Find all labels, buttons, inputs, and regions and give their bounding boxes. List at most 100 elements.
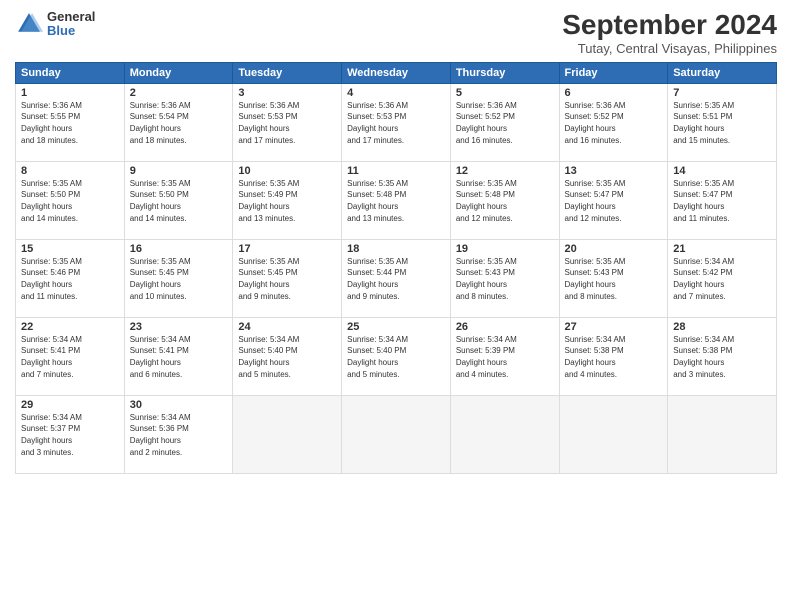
- day-number: 12: [456, 165, 554, 177]
- col-friday: Friday: [559, 62, 668, 83]
- col-wednesday: Wednesday: [342, 62, 451, 83]
- calendar-cell: 9 Sunrise: 5:35 AM Sunset: 5:50 PM Dayli…: [124, 161, 233, 239]
- calendar-cell: 29 Sunrise: 5:34 AM Sunset: 5:37 PM Dayl…: [16, 395, 125, 473]
- day-info: Sunrise: 5:35 AM Sunset: 5:47 PM Dayligh…: [565, 178, 663, 224]
- day-info: Sunrise: 5:36 AM Sunset: 5:54 PM Dayligh…: [130, 100, 228, 146]
- title-block: September 2024 Tutay, Central Visayas, P…: [562, 10, 777, 56]
- day-info: Sunrise: 5:34 AM Sunset: 5:37 PM Dayligh…: [21, 412, 119, 458]
- header: General Blue September 2024 Tutay, Centr…: [15, 10, 777, 56]
- col-monday: Monday: [124, 62, 233, 83]
- day-number: 7: [673, 87, 771, 99]
- logo-icon: [15, 10, 43, 38]
- day-info: Sunrise: 5:34 AM Sunset: 5:42 PM Dayligh…: [673, 256, 771, 302]
- col-tuesday: Tuesday: [233, 62, 342, 83]
- day-info: Sunrise: 5:35 AM Sunset: 5:44 PM Dayligh…: [347, 256, 445, 302]
- day-number: 30: [130, 399, 228, 411]
- day-info: Sunrise: 5:35 AM Sunset: 5:46 PM Dayligh…: [21, 256, 119, 302]
- day-number: 11: [347, 165, 445, 177]
- calendar-cell: 11 Sunrise: 5:35 AM Sunset: 5:48 PM Dayl…: [342, 161, 451, 239]
- calendar-cell: 6 Sunrise: 5:36 AM Sunset: 5:52 PM Dayli…: [559, 83, 668, 161]
- calendar-cell: [233, 395, 342, 473]
- day-info: Sunrise: 5:35 AM Sunset: 5:50 PM Dayligh…: [130, 178, 228, 224]
- calendar-cell: 20 Sunrise: 5:35 AM Sunset: 5:43 PM Dayl…: [559, 239, 668, 317]
- day-number: 29: [21, 399, 119, 411]
- day-number: 6: [565, 87, 663, 99]
- day-number: 16: [130, 243, 228, 255]
- day-number: 27: [565, 321, 663, 333]
- calendar-week-3: 15 Sunrise: 5:35 AM Sunset: 5:46 PM Dayl…: [16, 239, 777, 317]
- day-number: 1: [21, 87, 119, 99]
- day-info: Sunrise: 5:35 AM Sunset: 5:48 PM Dayligh…: [347, 178, 445, 224]
- day-number: 8: [21, 165, 119, 177]
- day-number: 14: [673, 165, 771, 177]
- calendar-cell: 19 Sunrise: 5:35 AM Sunset: 5:43 PM Dayl…: [450, 239, 559, 317]
- calendar-cell: 17 Sunrise: 5:35 AM Sunset: 5:45 PM Dayl…: [233, 239, 342, 317]
- calendar-table: Sunday Monday Tuesday Wednesday Thursday…: [15, 62, 777, 474]
- day-number: 24: [238, 321, 336, 333]
- calendar-cell: 26 Sunrise: 5:34 AM Sunset: 5:39 PM Dayl…: [450, 317, 559, 395]
- day-number: 17: [238, 243, 336, 255]
- day-number: 10: [238, 165, 336, 177]
- day-number: 26: [456, 321, 554, 333]
- day-number: 21: [673, 243, 771, 255]
- calendar-cell: [450, 395, 559, 473]
- header-row: Sunday Monday Tuesday Wednesday Thursday…: [16, 62, 777, 83]
- calendar-cell: 13 Sunrise: 5:35 AM Sunset: 5:47 PM Dayl…: [559, 161, 668, 239]
- calendar-week-1: 1 Sunrise: 5:36 AM Sunset: 5:55 PM Dayli…: [16, 83, 777, 161]
- calendar-cell: 3 Sunrise: 5:36 AM Sunset: 5:53 PM Dayli…: [233, 83, 342, 161]
- calendar-cell: 10 Sunrise: 5:35 AM Sunset: 5:49 PM Dayl…: [233, 161, 342, 239]
- calendar-cell: 18 Sunrise: 5:35 AM Sunset: 5:44 PM Dayl…: [342, 239, 451, 317]
- day-number: 28: [673, 321, 771, 333]
- col-sunday: Sunday: [16, 62, 125, 83]
- day-info: Sunrise: 5:35 AM Sunset: 5:43 PM Dayligh…: [456, 256, 554, 302]
- day-number: 22: [21, 321, 119, 333]
- calendar-cell: 15 Sunrise: 5:35 AM Sunset: 5:46 PM Dayl…: [16, 239, 125, 317]
- day-info: Sunrise: 5:35 AM Sunset: 5:47 PM Dayligh…: [673, 178, 771, 224]
- main-title: September 2024: [562, 10, 777, 41]
- calendar-cell: 2 Sunrise: 5:36 AM Sunset: 5:54 PM Dayli…: [124, 83, 233, 161]
- page: General Blue September 2024 Tutay, Centr…: [0, 0, 792, 612]
- day-number: 19: [456, 243, 554, 255]
- day-info: Sunrise: 5:34 AM Sunset: 5:41 PM Dayligh…: [21, 334, 119, 380]
- calendar-week-5: 29 Sunrise: 5:34 AM Sunset: 5:37 PM Dayl…: [16, 395, 777, 473]
- logo: General Blue: [15, 10, 95, 39]
- calendar-cell: 23 Sunrise: 5:34 AM Sunset: 5:41 PM Dayl…: [124, 317, 233, 395]
- logo-blue-text: Blue: [47, 24, 95, 38]
- day-number: 25: [347, 321, 445, 333]
- day-number: 23: [130, 321, 228, 333]
- calendar-cell: 21 Sunrise: 5:34 AM Sunset: 5:42 PM Dayl…: [668, 239, 777, 317]
- day-info: Sunrise: 5:34 AM Sunset: 5:36 PM Dayligh…: [130, 412, 228, 458]
- calendar-cell: [559, 395, 668, 473]
- calendar-cell: [342, 395, 451, 473]
- day-number: 2: [130, 87, 228, 99]
- calendar-cell: 24 Sunrise: 5:34 AM Sunset: 5:40 PM Dayl…: [233, 317, 342, 395]
- day-info: Sunrise: 5:36 AM Sunset: 5:52 PM Dayligh…: [565, 100, 663, 146]
- day-number: 3: [238, 87, 336, 99]
- day-info: Sunrise: 5:36 AM Sunset: 5:53 PM Dayligh…: [238, 100, 336, 146]
- calendar-cell: 25 Sunrise: 5:34 AM Sunset: 5:40 PM Dayl…: [342, 317, 451, 395]
- day-number: 20: [565, 243, 663, 255]
- day-info: Sunrise: 5:35 AM Sunset: 5:45 PM Dayligh…: [130, 256, 228, 302]
- calendar-cell: 16 Sunrise: 5:35 AM Sunset: 5:45 PM Dayl…: [124, 239, 233, 317]
- day-info: Sunrise: 5:36 AM Sunset: 5:55 PM Dayligh…: [21, 100, 119, 146]
- day-number: 18: [347, 243, 445, 255]
- day-number: 9: [130, 165, 228, 177]
- calendar-cell: 12 Sunrise: 5:35 AM Sunset: 5:48 PM Dayl…: [450, 161, 559, 239]
- calendar-cell: 28 Sunrise: 5:34 AM Sunset: 5:38 PM Dayl…: [668, 317, 777, 395]
- calendar-cell: 7 Sunrise: 5:35 AM Sunset: 5:51 PM Dayli…: [668, 83, 777, 161]
- calendar-cell: 22 Sunrise: 5:34 AM Sunset: 5:41 PM Dayl…: [16, 317, 125, 395]
- day-info: Sunrise: 5:34 AM Sunset: 5:40 PM Dayligh…: [347, 334, 445, 380]
- day-info: Sunrise: 5:35 AM Sunset: 5:48 PM Dayligh…: [456, 178, 554, 224]
- subtitle: Tutay, Central Visayas, Philippines: [562, 41, 777, 56]
- day-number: 15: [21, 243, 119, 255]
- calendar-week-2: 8 Sunrise: 5:35 AM Sunset: 5:50 PM Dayli…: [16, 161, 777, 239]
- day-info: Sunrise: 5:34 AM Sunset: 5:38 PM Dayligh…: [565, 334, 663, 380]
- calendar-cell: 4 Sunrise: 5:36 AM Sunset: 5:53 PM Dayli…: [342, 83, 451, 161]
- day-info: Sunrise: 5:34 AM Sunset: 5:41 PM Dayligh…: [130, 334, 228, 380]
- calendar-cell: 8 Sunrise: 5:35 AM Sunset: 5:50 PM Dayli…: [16, 161, 125, 239]
- calendar-cell: 14 Sunrise: 5:35 AM Sunset: 5:47 PM Dayl…: [668, 161, 777, 239]
- calendar-cell: 27 Sunrise: 5:34 AM Sunset: 5:38 PM Dayl…: [559, 317, 668, 395]
- day-info: Sunrise: 5:34 AM Sunset: 5:38 PM Dayligh…: [673, 334, 771, 380]
- calendar-cell: 30 Sunrise: 5:34 AM Sunset: 5:36 PM Dayl…: [124, 395, 233, 473]
- calendar-cell: 1 Sunrise: 5:36 AM Sunset: 5:55 PM Dayli…: [16, 83, 125, 161]
